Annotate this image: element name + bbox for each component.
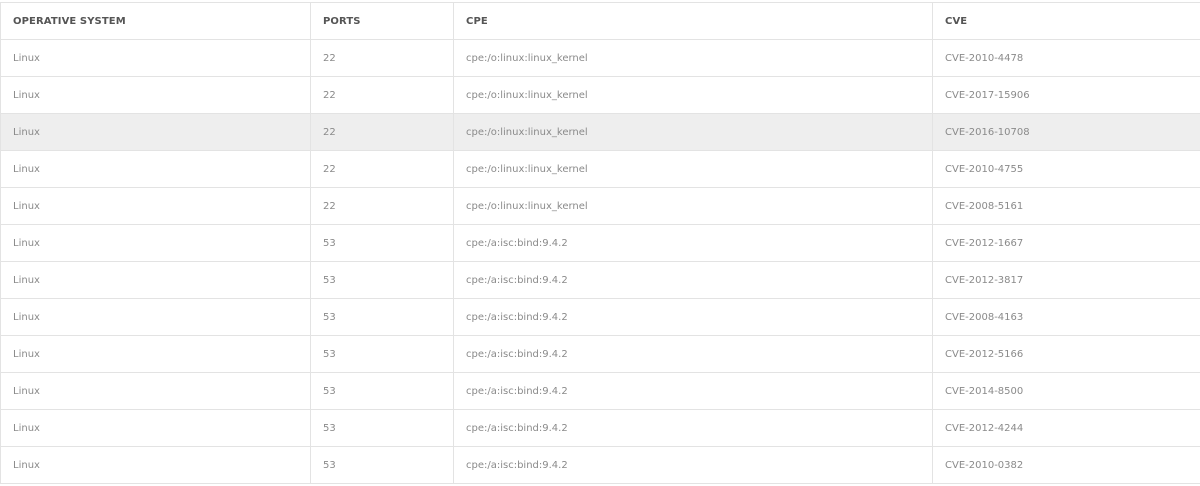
column-header-cve[interactable]: CVE bbox=[932, 2, 1200, 40]
column-header-cpe[interactable]: CPE bbox=[453, 2, 933, 40]
cell-operative-system: Linux bbox=[0, 372, 311, 410]
cell-operative-system: Linux bbox=[0, 335, 311, 373]
cell-cve: CVE-2014-8500 bbox=[932, 372, 1200, 410]
cell-cve: CVE-2008-5161 bbox=[932, 187, 1200, 225]
cell-cve: CVE-2008-4163 bbox=[932, 298, 1200, 336]
cell-operative-system: Linux bbox=[0, 298, 311, 336]
cell-operative-system: Linux bbox=[0, 224, 311, 262]
column-header-ports[interactable]: PORTS bbox=[310, 2, 454, 40]
table-header: OPERATIVE SYSTEM PORTS CPE CVE bbox=[0, 2, 1200, 40]
table-row[interactable]: Linux 22 cpe:/o:linux:linux_kernel CVE-2010… bbox=[0, 150, 1200, 188]
cell-operative-system: Linux bbox=[0, 261, 311, 299]
cell-port: 53 bbox=[310, 298, 454, 336]
cell-operative-system: Linux bbox=[0, 150, 311, 188]
cell-cve: CVE-2010-4478 bbox=[932, 39, 1200, 77]
cell-port: 22 bbox=[310, 187, 454, 225]
cell-port: 22 bbox=[310, 39, 454, 77]
cell-port: 53 bbox=[310, 409, 454, 447]
cell-port: 53 bbox=[310, 335, 454, 373]
cell-port: 22 bbox=[310, 113, 454, 151]
cell-cpe: cpe:/o:linux:linux_kernel bbox=[453, 39, 933, 77]
cell-cpe: cpe:/a:isc:bind:9.4.2 bbox=[453, 446, 933, 484]
vulnerability-table-container: OPERATIVE SYSTEM PORTS CPE CVE Linux 22 cp… bbox=[0, 2, 1200, 484]
cell-cve: CVE-2017-15906 bbox=[932, 76, 1200, 114]
vulnerability-table: OPERATIVE SYSTEM PORTS CPE CVE Linux 22 cp… bbox=[0, 2, 1200, 484]
cell-operative-system: Linux bbox=[0, 39, 311, 77]
cell-cve: CVE-2010-4755 bbox=[932, 150, 1200, 188]
cell-operative-system: Linux bbox=[0, 409, 311, 447]
cell-cpe: cpe:/a:isc:bind:9.4.2 bbox=[453, 335, 933, 373]
cell-cpe: cpe:/a:isc:bind:9.4.2 bbox=[453, 298, 933, 336]
cell-cpe: cpe:/o:linux:linux_kernel bbox=[453, 150, 933, 188]
cell-cpe: cpe:/a:isc:bind:9.4.2 bbox=[453, 409, 933, 447]
cell-port: 22 bbox=[310, 76, 454, 114]
cell-port: 22 bbox=[310, 150, 454, 188]
cell-cpe: cpe:/o:linux:linux_kernel bbox=[453, 76, 933, 114]
table-row[interactable]: Linux 53 cpe:/a:isc:bind:9.4.2 CVE-2008-416… bbox=[0, 298, 1200, 336]
cell-cve: CVE-2012-3817 bbox=[932, 261, 1200, 299]
cell-cve: CVE-2010-0382 bbox=[932, 446, 1200, 484]
cell-operative-system: Linux bbox=[0, 446, 311, 484]
table-row[interactable]: Linux 53 cpe:/a:isc:bind:9.4.2 CVE-2012-516… bbox=[0, 335, 1200, 373]
table-row[interactable]: Linux 22 cpe:/o:linux:linux_kernel CVE-2008… bbox=[0, 187, 1200, 225]
cell-cpe: cpe:/a:isc:bind:9.4.2 bbox=[453, 372, 933, 410]
cell-cve: CVE-2016-10708 bbox=[932, 113, 1200, 151]
table-row[interactable]: Linux 53 cpe:/a:isc:bind:9.4.2 CVE-2012-381… bbox=[0, 261, 1200, 299]
cell-cve: CVE-2012-4244 bbox=[932, 409, 1200, 447]
cell-port: 53 bbox=[310, 446, 454, 484]
cell-port: 53 bbox=[310, 372, 454, 410]
cell-operative-system: Linux bbox=[0, 113, 311, 151]
table-row[interactable]: Linux 53 cpe:/a:isc:bind:9.4.2 CVE-2012-424… bbox=[0, 409, 1200, 447]
cell-operative-system: Linux bbox=[0, 76, 311, 114]
cell-cpe: cpe:/o:linux:linux_kernel bbox=[453, 113, 933, 151]
cell-operative-system: Linux bbox=[0, 187, 311, 225]
table-header-row: OPERATIVE SYSTEM PORTS CPE CVE bbox=[0, 2, 1200, 40]
table-row[interactable]: Linux 22 cpe:/o:linux:linux_kernel CVE-2017… bbox=[0, 76, 1200, 114]
cell-cpe: cpe:/a:isc:bind:9.4.2 bbox=[453, 224, 933, 262]
cell-port: 53 bbox=[310, 224, 454, 262]
cell-cve: CVE-2012-5166 bbox=[932, 335, 1200, 373]
table-row[interactable]: Linux 22 cpe:/o:linux:linux_kernel CVE-2016… bbox=[0, 113, 1200, 151]
table-body: Linux 22 cpe:/o:linux:linux_kernel CVE-2010… bbox=[0, 39, 1200, 484]
cell-cve: CVE-2012-1667 bbox=[932, 224, 1200, 262]
cell-cpe: cpe:/o:linux:linux_kernel bbox=[453, 187, 933, 225]
cell-cpe: cpe:/a:isc:bind:9.4.2 bbox=[453, 261, 933, 299]
table-row[interactable]: Linux 53 cpe:/a:isc:bind:9.4.2 CVE-2010-038… bbox=[0, 446, 1200, 484]
cell-port: 53 bbox=[310, 261, 454, 299]
table-row[interactable]: Linux 22 cpe:/o:linux:linux_kernel CVE-2010… bbox=[0, 39, 1200, 77]
column-header-operative-system[interactable]: OPERATIVE SYSTEM bbox=[0, 2, 311, 40]
table-row[interactable]: Linux 53 cpe:/a:isc:bind:9.4.2 CVE-2014-850… bbox=[0, 372, 1200, 410]
table-row[interactable]: Linux 53 cpe:/a:isc:bind:9.4.2 CVE-2012-166… bbox=[0, 224, 1200, 262]
